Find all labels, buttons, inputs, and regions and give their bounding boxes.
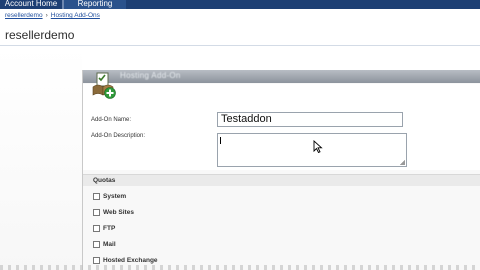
- addon-add-icon: [92, 72, 116, 99]
- quota-system-checkbox[interactable]: [93, 192, 100, 200]
- breadcrumb: resellerdemo › Hosting Add-Ons: [5, 12, 100, 19]
- quota-mail-label: Mail: [103, 241, 116, 248]
- quota-web-sites[interactable]: Web Sites: [93, 208, 134, 218]
- panel-header: Hosting Add-On: [83, 70, 480, 83]
- left-margin: [0, 46, 82, 270]
- addon-description-label: Add-On Description:: [91, 133, 146, 139]
- quota-web-sites-label: Web Sites: [103, 209, 134, 216]
- addon-form-panel: Hosting Add-On Add-On Name: Testaddon Ad…: [82, 70, 480, 270]
- breadcrumb-link-hosting-addons[interactable]: Hosting Add-Ons: [51, 12, 100, 19]
- panel-title: Hosting Add-On: [120, 71, 181, 80]
- quota-ftp-checkbox[interactable]: [93, 224, 100, 232]
- quotas-heading: Quotas: [93, 177, 116, 184]
- quotas-section-header: Quotas: [83, 174, 480, 186]
- quota-hosted-exchange-checkbox[interactable]: [93, 256, 100, 264]
- quota-system-label: System: [103, 193, 127, 200]
- breadcrumb-link-resellerdemo[interactable]: resellerdemo: [5, 12, 43, 19]
- resize-grip[interactable]: [400, 160, 405, 165]
- addon-name-label: Add-On Name:: [91, 117, 132, 123]
- tab-reporting[interactable]: Reporting: [64, 0, 126, 9]
- quota-ftp[interactable]: FTP: [93, 224, 115, 234]
- addon-description-input[interactable]: [217, 133, 407, 167]
- quota-mail[interactable]: Mail: [93, 240, 116, 250]
- quota-web-sites-checkbox[interactable]: [93, 208, 100, 216]
- tab-account-home[interactable]: Account Home: [0, 0, 62, 9]
- quota-ftp-label: FTP: [103, 225, 116, 232]
- text-caret: [220, 137, 221, 144]
- quota-system[interactable]: System: [93, 192, 126, 202]
- quota-hosted-exchange-label: Hosted Exchange: [103, 257, 158, 264]
- mouse-pointer-icon: [313, 140, 323, 153]
- top-nav-bar: Account Home Reporting: [0, 0, 480, 9]
- breadcrumb-separator: ›: [45, 12, 48, 19]
- page-title: resellerdemo: [5, 28, 75, 42]
- status-strip: [0, 265, 480, 270]
- quota-mail-checkbox[interactable]: [93, 240, 100, 248]
- addon-name-input[interactable]: Testaddon: [217, 112, 403, 127]
